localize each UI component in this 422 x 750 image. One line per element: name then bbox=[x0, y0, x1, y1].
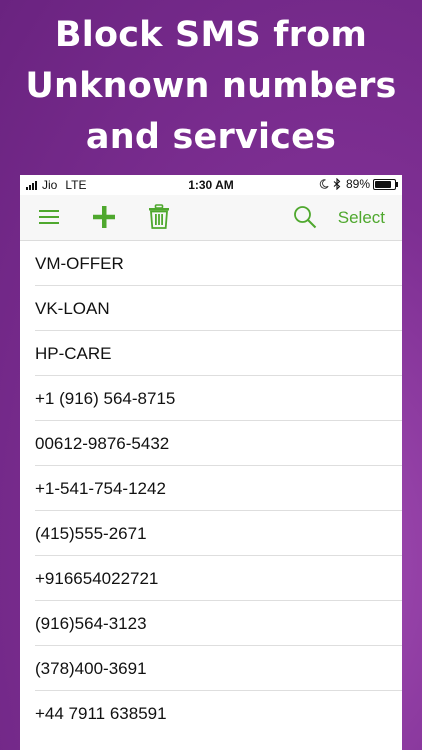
headline-line-3: and services bbox=[85, 117, 337, 157]
list-item[interactable]: (378)400-3691 bbox=[20, 646, 402, 691]
status-right: 89% bbox=[319, 177, 398, 191]
list-item[interactable]: VK-LOAN bbox=[20, 286, 402, 331]
phone-screen: Jio LTE 1:30 AM 89% Select VM-OFFER VK-L… bbox=[20, 175, 402, 750]
trash-icon[interactable] bbox=[148, 204, 170, 230]
select-button[interactable]: Select bbox=[338, 208, 385, 228]
list-item[interactable]: +44 7911 638591 bbox=[20, 691, 402, 736]
battery-percent: 89% bbox=[345, 177, 370, 191]
list-item[interactable]: HP-CARE bbox=[20, 331, 402, 376]
battery-fill bbox=[375, 180, 391, 188]
list-item[interactable]: 00612-9876-5432 bbox=[20, 421, 402, 466]
list-item[interactable]: VM-OFFER bbox=[20, 241, 402, 286]
headline-line-1: Block SMS from bbox=[54, 15, 368, 55]
promo-headline: Block SMS from Unknown numbers and servi… bbox=[0, 10, 422, 163]
list-item[interactable]: +1 (916) 564-8715 bbox=[20, 376, 402, 421]
status-bar: Jio LTE 1:30 AM 89% bbox=[20, 175, 402, 195]
bluetooth-icon bbox=[333, 178, 341, 190]
headline-line-2: Unknown numbers bbox=[25, 66, 397, 106]
toolbar: Select bbox=[20, 195, 402, 241]
search-icon[interactable] bbox=[293, 205, 317, 229]
list-item[interactable]: (916)564-3123 bbox=[20, 601, 402, 646]
list-item[interactable]: +916654022721 bbox=[20, 556, 402, 601]
list-item[interactable]: (415)555-2671 bbox=[20, 511, 402, 556]
hamburger-menu-icon[interactable] bbox=[38, 208, 60, 226]
list-item[interactable]: +1-541-754-1242 bbox=[20, 466, 402, 511]
battery-icon bbox=[373, 178, 398, 190]
do-not-disturb-moon-icon bbox=[319, 179, 329, 189]
blocked-numbers-list: VM-OFFER VK-LOAN HP-CARE +1 (916) 564-8715 0… bbox=[20, 241, 402, 736]
plus-icon[interactable] bbox=[92, 205, 116, 229]
